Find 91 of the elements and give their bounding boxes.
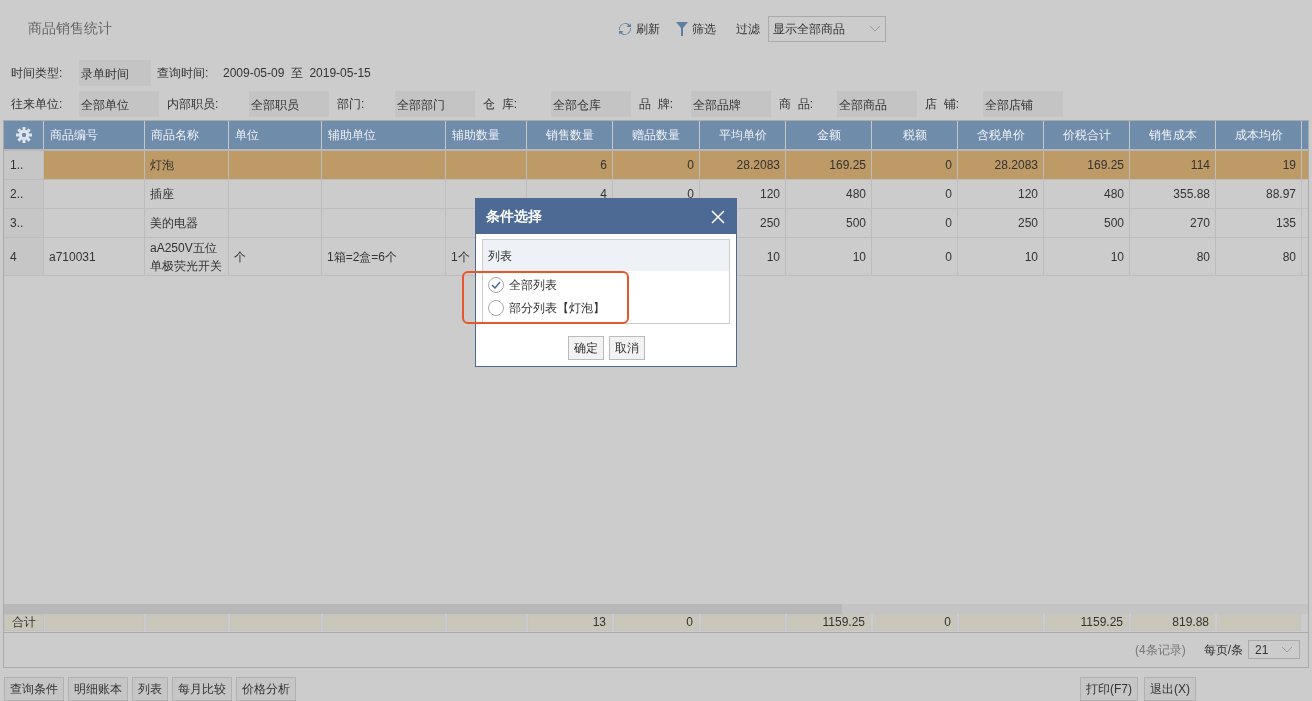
field-label: 时间类型: [11,64,64,82]
table-cell: 120 [958,180,1044,209]
table-cell: 0 [872,180,958,209]
toolbar-button[interactable]: 打印(F7) [1080,677,1138,701]
time-type-field[interactable]: 录单时间 [79,59,151,86]
field-label: 内部职员: [167,95,220,113]
table-cell: 19 [1216,151,1302,180]
filter-button[interactable]: 筛选 [676,19,716,38]
toolbar-button[interactable]: 明细账本 [68,677,128,701]
filter-field[interactable]: 全部单位 [79,90,159,117]
toolbar-button[interactable]: 退出(X) [1144,677,1196,701]
toolbar-button[interactable]: 列表 [132,677,168,701]
table-cell: 0 [872,209,958,238]
table-cell: 355.88 [1130,180,1216,209]
row-number: 1.. [4,151,44,180]
group-header: 列表 [483,240,729,271]
table-row[interactable]: 2.. 插座 4 0 120 480 0 120 480 355.88 88.97 [4,180,1308,210]
toolbar-button[interactable]: 价格分析 [236,677,296,701]
table-cell: 480 [786,180,872,209]
table-cell: 169.25 [786,151,872,180]
field-label: 店 铺: [925,95,960,113]
dialog-title: 条件选择 [486,207,542,226]
dialog-button[interactable]: 确定 [567,336,604,360]
window-title: 商品销售统计 [28,19,113,39]
field-label: 品 牌: [639,95,674,113]
record-count: (4条记录) [1135,642,1186,659]
close-button[interactable] [710,208,726,225]
chevron-down-icon [869,24,881,33]
filter-field[interactable]: 全部职员 [249,90,329,117]
radio-button[interactable] [488,299,504,316]
check-icon [491,280,501,289]
refresh-button[interactable]: 刷新 [618,19,660,38]
filter-field[interactable]: 全部部门 [395,90,475,117]
per-page-label: 每页/条 [1203,642,1243,659]
radio-option[interactable]: 部分列表【灯泡】 [488,298,729,317]
table-cell: 28.2083 [958,151,1044,180]
filter-field[interactable]: 全部仓库 [551,90,631,117]
table-cell: 88.97 [1216,180,1302,209]
per-page-select[interactable]: 21 [1248,640,1300,660]
scrollbar-thumb[interactable] [4,604,842,614]
filter-select[interactable]: 显示全部商品 [768,15,886,42]
radio-button[interactable] [488,276,504,293]
table-cell: 169.25 [1044,151,1130,180]
filter-field[interactable]: 全部店铺 [983,90,1063,117]
table-cell: 28.2083 [700,151,786,180]
table-cell: 0 [872,151,958,180]
filter-field[interactable]: 全部商品 [837,90,917,117]
field-label: 查询时间: [157,64,210,82]
table-cell: 135 [1216,209,1302,238]
toolbar-button[interactable]: 查询条件 [4,677,64,701]
table-cell: 114 [1130,151,1216,180]
table-cell: 80 [1216,238,1302,276]
table-cell: 250 [958,209,1044,238]
dialog-button[interactable]: 取消 [608,336,645,360]
toolbar-button[interactable]: 每月比较 [172,677,232,701]
table-cell: 个 [229,238,322,276]
table-cell: 插座 [145,180,229,209]
table-cell: 0 [872,238,958,276]
date-separator: 至 [291,64,304,82]
table-cell: 500 [1044,209,1130,238]
table-row[interactable]: 1.. 灯泡 6 0 28.2083 169.25 0 28.2083 169.25 114 19 [4,151,1308,181]
field-label: 部门: [337,95,366,113]
table-cell: 10 [958,238,1044,276]
settings-icon[interactable] [15,127,32,144]
table-cell: 0 [613,151,700,180]
table-cell: a710031 [44,238,145,276]
refresh-icon [618,21,632,36]
field-label: 仓 库: [483,95,518,113]
date-to: 2019-05-15 [309,64,371,82]
table-cell: 80 [1130,238,1216,276]
row-number: 3.. [4,209,44,238]
field-label: 往来单位: [11,95,64,113]
table-cell: 500 [786,209,872,238]
table-cell: 10 [1044,238,1130,276]
table-cell: 480 [1044,180,1130,209]
table-cell: 6 [527,151,613,180]
table-cell: 美的电器 [145,209,229,238]
row-number: 2.. [4,180,44,209]
field-label: 商 品: [779,95,814,113]
filter-field[interactable]: 全部品牌 [691,90,771,117]
table-cell: 10 [786,238,872,276]
filter-icon [676,21,688,36]
date-from: 2009-05-09 [223,64,285,82]
table-cell: aA250V五位单极荧光开关 [145,238,229,276]
table-cell: 灯泡 [145,151,229,180]
chevron-down-icon [1281,646,1293,654]
row-number: 4 [4,238,44,276]
table-cell: 1箱=2盒=6个 [322,238,446,276]
table-cell: 270 [1130,209,1216,238]
filter-label: 过滤 [736,20,760,38]
radio-option[interactable]: 全部列表 [488,275,729,294]
